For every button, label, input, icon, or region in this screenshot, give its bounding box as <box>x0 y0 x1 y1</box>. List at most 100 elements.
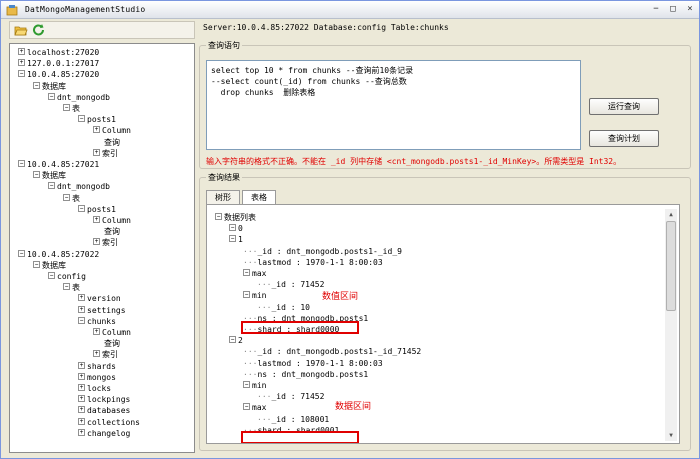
scroll-thumb[interactable] <box>666 221 676 311</box>
tree-node[interactable]: −10.0.4.85:27021 <box>18 160 99 171</box>
tree-node[interactable]: 查询 <box>93 227 120 238</box>
tree-node[interactable]: − 数据库 <box>33 81 66 93</box>
collapse-icon[interactable]: − <box>229 224 236 232</box>
tree-node[interactable]: + Column <box>93 216 131 227</box>
expand-icon[interactable]: + <box>78 305 85 313</box>
vertical-scrollbar[interactable]: ▲ ▼ <box>665 209 677 441</box>
collapse-icon[interactable]: − <box>18 160 25 167</box>
tree-node[interactable]: − 表 <box>63 104 80 115</box>
expand-icon[interactable]: + <box>93 216 100 223</box>
tree-node[interactable]: − dnt_mongodb <box>48 92 110 104</box>
tree-node[interactable]: − chunks <box>78 316 116 328</box>
expand-icon[interactable]: + <box>78 294 85 302</box>
expand-icon[interactable]: + <box>78 372 85 380</box>
result-node[interactable]: −0 <box>229 224 243 234</box>
tree-node[interactable]: − 表 <box>63 193 80 205</box>
collapse-icon[interactable]: − <box>78 115 85 123</box>
tree-node[interactable]: − posts1 <box>78 115 116 126</box>
collapse-icon[interactable]: − <box>63 193 70 201</box>
tree-node[interactable]: + 索引 <box>93 350 118 361</box>
result-node[interactable]: ···_id : 71452 <box>257 280 324 290</box>
result-node[interactable]: ···_id : 108001 <box>257 415 329 425</box>
result-node[interactable]: − min <box>243 381 266 391</box>
result-node[interactable]: ···_id : 10 <box>257 303 310 313</box>
result-node[interactable]: − max <box>243 269 266 279</box>
tree-node[interactable]: + settings <box>78 305 126 317</box>
tree-node[interactable]: + shards <box>78 361 116 373</box>
result-tree[interactable]: ···shard : shard0001 ···_id : 108001− max ·… <box>206 204 680 444</box>
result-node[interactable]: −1 <box>229 235 243 245</box>
tree-node[interactable]: + lockpings <box>78 395 130 406</box>
collapse-icon[interactable]: − <box>33 171 40 179</box>
maximize-button[interactable]: □ <box>666 4 680 16</box>
result-node[interactable]: − min <box>243 291 266 301</box>
expand-icon[interactable]: + <box>93 126 100 134</box>
tree-node[interactable]: − 数据库 <box>33 260 66 272</box>
scroll-down-icon[interactable]: ▼ <box>665 430 677 441</box>
collapse-icon[interactable]: − <box>78 204 85 212</box>
expand-icon[interactable]: + <box>78 395 85 403</box>
tree-node[interactable]: + collections <box>78 417 140 429</box>
tree-node[interactable]: − 数据库 <box>33 171 66 182</box>
collapse-icon[interactable]: − <box>48 272 55 279</box>
collapse-icon[interactable]: − <box>48 182 55 190</box>
expand-icon[interactable]: + <box>78 361 85 369</box>
tab-tree[interactable]: 树形 <box>206 190 240 204</box>
tab-table[interactable]: 表格 <box>242 190 276 204</box>
tree-node[interactable]: 查询 <box>93 339 120 350</box>
expand-icon[interactable]: + <box>93 238 100 246</box>
collapse-icon[interactable]: − <box>215 213 222 220</box>
result-node[interactable]: − 数据列表 <box>215 213 256 223</box>
tree-node[interactable]: + changelog <box>78 428 130 440</box>
collapse-icon[interactable]: − <box>33 260 40 268</box>
expand-icon[interactable]: + <box>78 417 85 425</box>
query-editor[interactable]: select top 10 * from chunks --查询前10条记录 --… <box>206 60 581 150</box>
expand-icon[interactable]: + <box>78 428 85 436</box>
collapse-icon[interactable]: − <box>18 249 25 257</box>
run-query-button[interactable]: 运行查询 <box>589 98 659 115</box>
collapse-icon[interactable]: − <box>243 403 250 411</box>
tree-node[interactable]: − posts1 <box>78 204 116 216</box>
collapse-icon[interactable]: − <box>229 336 236 344</box>
tree-node[interactable]: + mongos <box>78 372 116 384</box>
collapse-icon[interactable]: − <box>63 104 70 111</box>
tree-node[interactable]: + Column <box>93 126 131 137</box>
tree-node[interactable]: −10.0.4.85:27022 <box>18 249 99 261</box>
expand-icon[interactable]: + <box>93 328 100 335</box>
tree-node[interactable]: − config <box>48 272 86 283</box>
collapse-icon[interactable]: − <box>78 316 85 324</box>
result-node[interactable]: ···lastmod : 1970-1-1 8:00:03 <box>243 258 383 268</box>
tree-node[interactable]: + databases <box>78 406 130 417</box>
server-tree[interactable]: + localhost:27020 +127.0.0.1:27017−10.0.4.… <box>9 43 195 453</box>
expand-icon[interactable]: + <box>78 384 85 391</box>
tree-node[interactable]: 查询 <box>93 138 120 149</box>
collapse-icon[interactable]: − <box>63 283 70 291</box>
tree-node[interactable]: + 索引 <box>93 148 118 160</box>
tree-node[interactable]: + Column <box>93 328 131 339</box>
result-node[interactable]: − max <box>243 403 266 413</box>
collapse-icon[interactable]: − <box>18 70 25 78</box>
tree-node[interactable]: + localhost:27020 <box>18 48 99 59</box>
collapse-icon[interactable]: − <box>243 269 250 276</box>
tree-node[interactable]: − 表 <box>63 283 80 294</box>
refresh-icon[interactable] <box>32 24 46 37</box>
tree-node[interactable]: + version <box>78 294 121 305</box>
collapse-icon[interactable]: − <box>243 291 250 299</box>
expand-icon[interactable]: + <box>93 148 100 156</box>
expand-icon[interactable]: + <box>18 48 25 55</box>
query-plan-button[interactable]: 查询计划 <box>589 130 659 147</box>
tree-node[interactable]: −10.0.4.85:27020 <box>18 70 99 81</box>
collapse-icon[interactable]: − <box>243 381 250 388</box>
tree-node[interactable]: − dnt_mongodb <box>48 182 110 193</box>
tree-node[interactable]: +127.0.0.1:27017 <box>18 59 99 70</box>
expand-icon[interactable]: + <box>93 350 100 358</box>
collapse-icon[interactable]: − <box>48 92 55 100</box>
result-node[interactable]: ···lastmod : 1970-1-1 8:00:03 <box>243 359 383 369</box>
collapse-icon[interactable]: − <box>229 235 236 243</box>
expand-icon[interactable]: + <box>78 406 85 414</box>
expand-icon[interactable]: + <box>18 59 25 67</box>
minimize-button[interactable]: − <box>649 4 663 16</box>
folder-open-icon[interactable] <box>14 24 28 37</box>
result-node[interactable]: ···ns : dnt_mongodb.posts1 <box>243 370 368 380</box>
result-node[interactable]: ···_id : 71452 <box>257 392 324 402</box>
